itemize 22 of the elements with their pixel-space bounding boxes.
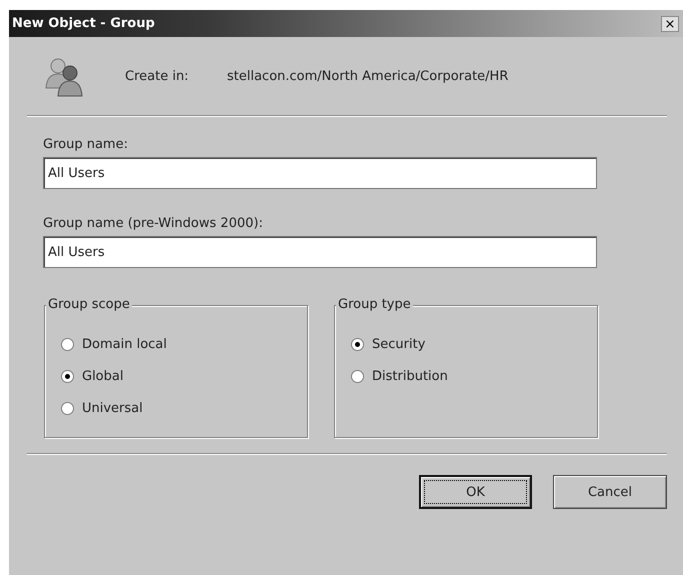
window-title: New Object - Group (12, 16, 155, 31)
group-title: Group scope (46, 297, 132, 312)
field-label: Group name (pre-Windows 2000): (43, 216, 264, 231)
radio-button[interactable] (61, 338, 74, 350)
radio-label[interactable]: Universal (82, 400, 143, 416)
radio-button[interactable] (351, 370, 364, 382)
radio-button[interactable] (61, 370, 74, 382)
radio-label[interactable]: Domain local (82, 336, 167, 352)
input-field[interactable]: All Users (43, 157, 597, 189)
radio-button[interactable] (351, 338, 364, 350)
radio-label[interactable]: Distribution (372, 368, 448, 384)
close-button[interactable]: × (661, 16, 679, 32)
input-field[interactable]: All Users (43, 236, 597, 268)
cancel-button[interactable]: Cancel (553, 475, 667, 509)
radio-label[interactable]: Security (372, 336, 426, 352)
radio-button[interactable] (61, 402, 74, 414)
group-title: Group type (336, 297, 413, 312)
field-label: Group name: (43, 137, 129, 152)
create-in-label: Create in: (125, 68, 190, 84)
ok-button[interactable]: OK (419, 475, 532, 509)
container-path: stellacon.com/North America/Corporate/HR (227, 68, 508, 84)
radio-label[interactable]: Global (82, 368, 124, 384)
